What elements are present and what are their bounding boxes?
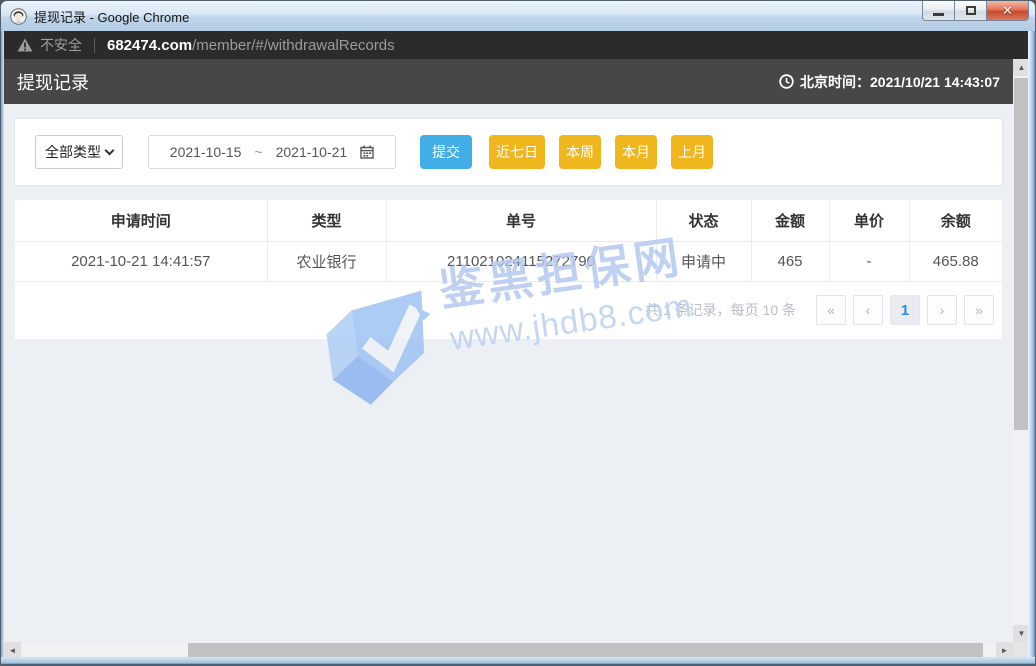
records-panel: 申请时间 类型 单号 状态 金额 单价 余额 2021-10-21 14:41:… [14,199,1003,340]
date-from: 2021-10-15 [170,144,242,160]
date-to: 2021-10-21 [276,144,348,160]
type-select-value: 全部类型 [45,142,101,162]
restore-button[interactable] [954,1,987,21]
address-bar[interactable]: 不安全 682474.com /member/#/withdrawalRecor… [4,31,1030,59]
pagination-prev-button[interactable]: ‹ [853,295,883,325]
window-frame-right [1028,31,1035,665]
cell-order-no: 211021024115272790 [386,241,656,281]
page-title: 提现记录 [17,69,89,95]
table-row: 2021-10-21 14:41:57 农业银行 211021024115272… [15,241,1002,281]
page-header: 提现记录 北京时间：2021/10/21 14:43:07 [4,59,1013,104]
browser-window: 提现记录 - Google Chrome ✕ 不安全 682474.com /m… [0,0,1036,666]
window-titlebar[interactable]: 提现记录 - Google Chrome ✕ [1,1,1035,31]
type-select[interactable]: 全部类型 [35,135,123,169]
page-content: 提现记录 北京时间：2021/10/21 14:43:07 全部类型 2021-… [4,59,1013,642]
col-apply-time: 申请时间 [15,200,267,241]
cell-amount: 465 [751,241,829,281]
submit-button[interactable]: 提交 [420,135,472,169]
col-type: 类型 [267,200,386,241]
window-controls: ✕ [923,1,1029,21]
col-unit-price: 单价 [829,200,909,241]
security-label[interactable]: 不安全 [40,35,82,55]
cell-status: 申请中 [656,241,751,281]
quick-lastmonth-button[interactable]: 上月 [671,135,713,169]
close-icon: ✕ [1002,3,1013,19]
cell-apply-time: 2021-10-21 14:41:57 [15,241,267,281]
chevron-down-icon [105,145,115,155]
window-frame-bottom [1,657,1035,665]
quick-thisweek-button[interactable]: 本周 [559,135,601,169]
col-balance: 余额 [909,200,1002,241]
window-title: 提现记录 - Google Chrome [34,7,189,26]
cell-unit-price: - [829,241,909,281]
minimize-icon [933,13,944,16]
cell-balance: 465.88 [909,241,1002,281]
page-client-area: 提现记录 北京时间：2021/10/21 14:43:07 全部类型 2021-… [4,59,1030,659]
quick-last7days-button[interactable]: 近七日 [489,135,545,169]
clock-icon [779,74,794,89]
filter-panel: 全部类型 2021-10-15 ~ 2021-10-21 [14,118,1003,186]
pagination-summary: 共 1 条记录，每页 10 条 [645,300,796,320]
beijing-time-label: 北京时间：2021/10/21 14:43:07 [800,72,1000,92]
beijing-time: 北京时间：2021/10/21 14:43:07 [779,72,1000,92]
cell-type: 农业银行 [267,241,386,281]
col-order-no: 单号 [386,200,656,241]
restore-icon [966,6,976,15]
calendar-icon [360,145,374,159]
pagination-first-button[interactable]: « [816,295,846,325]
close-button[interactable]: ✕ [986,1,1029,21]
favicon-avatar-icon [10,8,27,25]
date-separator: ~ [254,144,262,160]
pagination-last-button[interactable]: » [964,295,994,325]
url-host[interactable]: 682474.com [107,37,192,54]
window-frame-left [1,31,4,665]
table-header-row: 申请时间 类型 单号 状态 金额 单价 余额 [15,200,1002,241]
col-amount: 金额 [751,200,829,241]
url-path[interactable]: /member/#/withdrawalRecords [192,37,395,54]
url-divider [94,38,95,53]
pagination: 共 1 条记录，每页 10 条 « ‹ 1 › » [15,282,1002,339]
warning-triangle-icon [17,38,33,52]
vertical-scrollbar-thumb[interactable] [1014,78,1029,430]
pagination-next-button[interactable]: › [927,295,957,325]
pagination-page-1-button[interactable]: 1 [890,295,920,325]
records-table: 申请时间 类型 单号 状态 金额 单价 余额 2021-10-21 14:41:… [15,200,1002,282]
quick-thismonth-button[interactable]: 本月 [615,135,657,169]
minimize-button[interactable] [922,1,955,21]
date-range-input[interactable]: 2021-10-15 ~ 2021-10-21 [148,135,396,169]
horizontal-scrollbar-thumb[interactable] [188,643,983,658]
col-status: 状态 [656,200,751,241]
